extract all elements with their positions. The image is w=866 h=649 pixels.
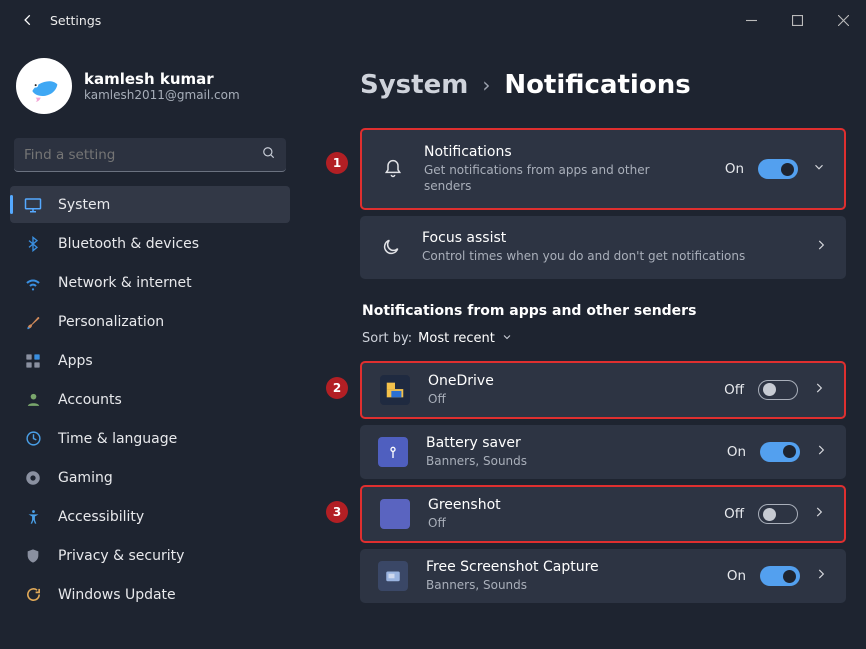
nav-label: Time & language xyxy=(58,431,177,447)
app-sub: Banners, Sounds xyxy=(426,453,666,469)
nav-label: Network & internet xyxy=(58,275,192,291)
maximize-button[interactable] xyxy=(774,4,820,36)
nav-network[interactable]: Network & internet xyxy=(10,264,290,301)
nav-privacy[interactable]: Privacy & security xyxy=(10,537,290,574)
card-notifications[interactable]: Notifications Get notifications from app… xyxy=(360,128,846,210)
bluetooth-icon xyxy=(22,236,44,252)
chevron-down-icon xyxy=(501,331,513,347)
notifications-toggle[interactable] xyxy=(758,159,798,179)
battery-saver-icon xyxy=(378,437,408,467)
wifi-icon xyxy=(22,274,44,292)
search-box[interactable] xyxy=(14,138,286,172)
nav-apps[interactable]: Apps xyxy=(10,342,290,379)
toggle-state-label: Off xyxy=(724,382,744,398)
app-row-battery-saver[interactable]: Battery saver Banners, Sounds On xyxy=(360,425,846,479)
nav-label: Accounts xyxy=(58,392,122,408)
chevron-down-icon[interactable] xyxy=(812,160,826,178)
bell-icon xyxy=(380,159,406,179)
nav-label: Gaming xyxy=(58,470,113,486)
app-title: Greenshot xyxy=(428,497,706,513)
brush-icon xyxy=(22,313,44,330)
search-input[interactable] xyxy=(24,147,262,163)
nav-accessibility[interactable]: Accessibility xyxy=(10,498,290,535)
toggle-state-label: Off xyxy=(724,506,744,522)
chevron-right-icon[interactable] xyxy=(814,443,828,461)
user-name: kamlesh kumar xyxy=(84,70,240,88)
app-title: Free Screenshot Capture xyxy=(426,559,709,575)
person-icon xyxy=(22,391,44,408)
annotation-2: 2 xyxy=(326,377,348,399)
system-icon xyxy=(22,196,44,214)
nav-label: Windows Update xyxy=(58,587,176,603)
onedrive-icon xyxy=(380,375,410,405)
chevron-right-icon[interactable] xyxy=(814,567,828,585)
greenshot-icon xyxy=(380,499,410,529)
nav-bluetooth[interactable]: Bluetooth & devices xyxy=(10,225,290,262)
nav-windows-update[interactable]: Windows Update xyxy=(10,576,290,613)
nav-label: Apps xyxy=(58,353,93,369)
sort-label: Sort by: xyxy=(362,331,412,346)
nav-label: Privacy & security xyxy=(58,548,184,564)
toggle-state-label: On xyxy=(725,161,744,177)
update-icon xyxy=(22,586,44,603)
nav-label: Accessibility xyxy=(58,509,144,525)
nav-system[interactable]: System xyxy=(10,186,290,223)
breadcrumb-parent[interactable]: System xyxy=(360,70,468,100)
globe-clock-icon xyxy=(22,430,44,447)
toggle-state-label: On xyxy=(727,444,746,460)
annotation-3: 3 xyxy=(326,501,348,523)
app-row-free-screenshot[interactable]: Free Screenshot Capture Banners, Sounds … xyxy=(360,549,846,603)
card-subtitle: Get notifications from apps and other se… xyxy=(424,162,664,194)
nav-gaming[interactable]: Gaming xyxy=(10,459,290,496)
screenshot-app-icon xyxy=(378,561,408,591)
card-title: Notifications xyxy=(424,144,707,160)
user-profile[interactable]: kamlesh kumar kamlesh2011@gmail.com xyxy=(10,48,290,132)
avatar xyxy=(16,58,72,114)
window-title: Settings xyxy=(50,13,101,28)
moon-icon xyxy=(378,237,404,257)
chevron-right-icon[interactable] xyxy=(814,238,828,256)
app-sub: Off xyxy=(428,391,668,407)
search-icon xyxy=(262,145,276,164)
minimize-button[interactable] xyxy=(728,4,774,36)
apps-icon xyxy=(22,353,44,369)
shield-icon xyxy=(22,548,44,564)
card-title: Focus assist xyxy=(422,230,796,246)
sort-by[interactable]: Sort by: Most recent xyxy=(362,331,846,347)
breadcrumb-current: Notifications xyxy=(504,70,690,100)
toggle-state-label: On xyxy=(727,568,746,584)
nav-label: Bluetooth & devices xyxy=(58,236,199,252)
app-toggle[interactable] xyxy=(758,504,798,524)
app-row-greenshot[interactable]: Greenshot Off Off xyxy=(360,485,846,543)
nav-label: Personalization xyxy=(58,314,164,330)
chevron-right-icon: › xyxy=(482,73,490,97)
back-button[interactable] xyxy=(12,13,44,27)
app-sub: Banners, Sounds xyxy=(426,577,666,593)
annotation-1: 1 xyxy=(326,152,348,174)
app-toggle[interactable] xyxy=(760,566,800,586)
chevron-right-icon[interactable] xyxy=(812,505,826,523)
app-title: Battery saver xyxy=(426,435,709,451)
section-title: Notifications from apps and other sender… xyxy=(362,303,846,319)
app-row-onedrive[interactable]: OneDrive Off Off xyxy=(360,361,846,419)
app-toggle[interactable] xyxy=(758,380,798,400)
app-sub: Off xyxy=(428,515,668,531)
app-title: OneDrive xyxy=(428,373,706,389)
nav-personalization[interactable]: Personalization xyxy=(10,303,290,340)
breadcrumb: System › Notifications xyxy=(360,70,846,100)
nav-accounts[interactable]: Accounts xyxy=(10,381,290,418)
accessibility-icon xyxy=(22,508,44,525)
card-subtitle: Control times when you do and don't get … xyxy=(422,248,796,264)
chevron-right-icon[interactable] xyxy=(812,381,826,399)
nav-label: System xyxy=(58,197,110,213)
close-button[interactable] xyxy=(820,4,866,36)
user-email: kamlesh2011@gmail.com xyxy=(84,88,240,102)
gaming-icon xyxy=(22,469,44,487)
card-focus-assist[interactable]: Focus assist Control times when you do a… xyxy=(360,216,846,278)
nav-time-language[interactable]: Time & language xyxy=(10,420,290,457)
sort-value: Most recent xyxy=(418,331,495,346)
app-toggle[interactable] xyxy=(760,442,800,462)
